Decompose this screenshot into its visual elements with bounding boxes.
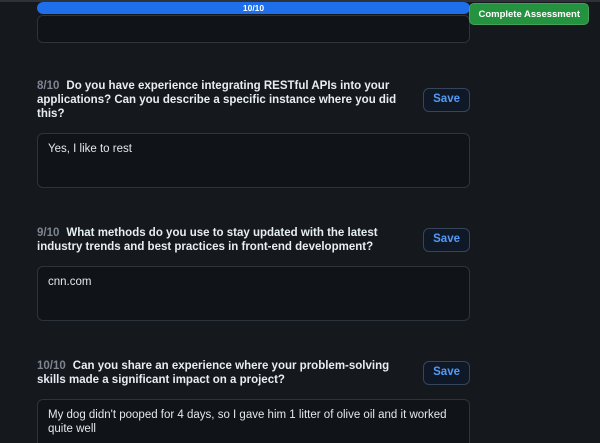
question-block-10: 10/10Can you share an experience where y… xyxy=(37,359,470,443)
question-number: 10/10 xyxy=(37,360,66,372)
assessment-page: 10/10 8/10Do you have experience integra… xyxy=(0,0,600,443)
question-number: 8/10 xyxy=(37,80,59,92)
answer-input[interactable]: My dog didn't pooped for 4 days, so I ga… xyxy=(37,399,470,443)
question-block-9: 9/10What methods do you use to stay upda… xyxy=(37,226,470,321)
question-text: Can you share an experience where your p… xyxy=(37,360,389,386)
answer-input[interactable]: Yes, I like to rest xyxy=(37,133,470,188)
question-header-row: 10/10Can you share an experience where y… xyxy=(37,359,470,387)
question-text: What methods do you use to stay updated … xyxy=(37,227,378,253)
previous-answer-input[interactable] xyxy=(37,15,470,43)
question-header-row: 9/10What methods do you use to stay upda… xyxy=(37,226,470,254)
progress-bar: 10/10 xyxy=(37,2,470,14)
question-header-row: 8/10Do you have experience integrating R… xyxy=(37,79,470,121)
complete-assessment-button[interactable]: Complete Assessment xyxy=(469,3,589,25)
save-button[interactable]: Save xyxy=(423,361,470,385)
progress-fill: 10/10 xyxy=(37,2,470,14)
assessment-content: 10/10 8/10Do you have experience integra… xyxy=(37,2,470,443)
save-button[interactable]: Save xyxy=(423,88,470,112)
save-button[interactable]: Save xyxy=(423,228,470,252)
question-block-8: 8/10Do you have experience integrating R… xyxy=(37,79,470,188)
question-label: 10/10Can you share an experience where y… xyxy=(37,359,413,387)
question-label: 9/10What methods do you use to stay upda… xyxy=(37,226,413,254)
progress-label: 10/10 xyxy=(243,4,264,13)
question-text: Do you have experience integrating RESTf… xyxy=(37,80,396,120)
question-number: 9/10 xyxy=(37,227,59,239)
answer-input[interactable]: cnn.com xyxy=(37,266,470,321)
question-label: 8/10Do you have experience integrating R… xyxy=(37,79,413,121)
